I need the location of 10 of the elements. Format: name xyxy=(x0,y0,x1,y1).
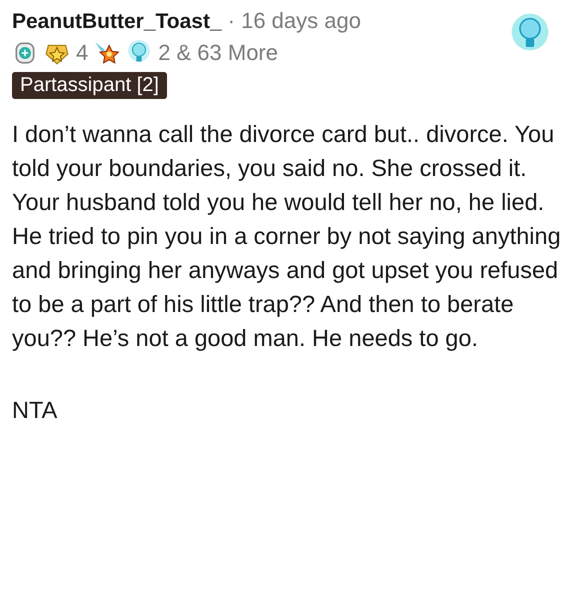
award-count: 4 xyxy=(76,40,88,66)
username[interactable]: PeanutButter_Toast_ xyxy=(12,10,222,34)
light-bulb-icon xyxy=(510,12,550,52)
shooting-star-icon xyxy=(94,40,120,66)
timestamp: · 16 days ago xyxy=(228,8,361,34)
award-count: 2 xyxy=(158,40,170,66)
comment-text: I don’t wanna call the divorce card but.. divorce. You told your boundaries, you said no. She crossed it. Your husband told you he would tell her no, he lied. He tried to pin you in a corner by not saying anything and bringing her anyways and got upset you refused to be a part of his little trap?? And then to berate you?? He’s not a good man. He needs to go. xyxy=(12,120,562,353)
user-flair: Partassipant [2] xyxy=(12,72,167,99)
comment-text: NTA xyxy=(12,396,58,425)
more-awards-link[interactable]: & 63 More xyxy=(176,40,278,66)
